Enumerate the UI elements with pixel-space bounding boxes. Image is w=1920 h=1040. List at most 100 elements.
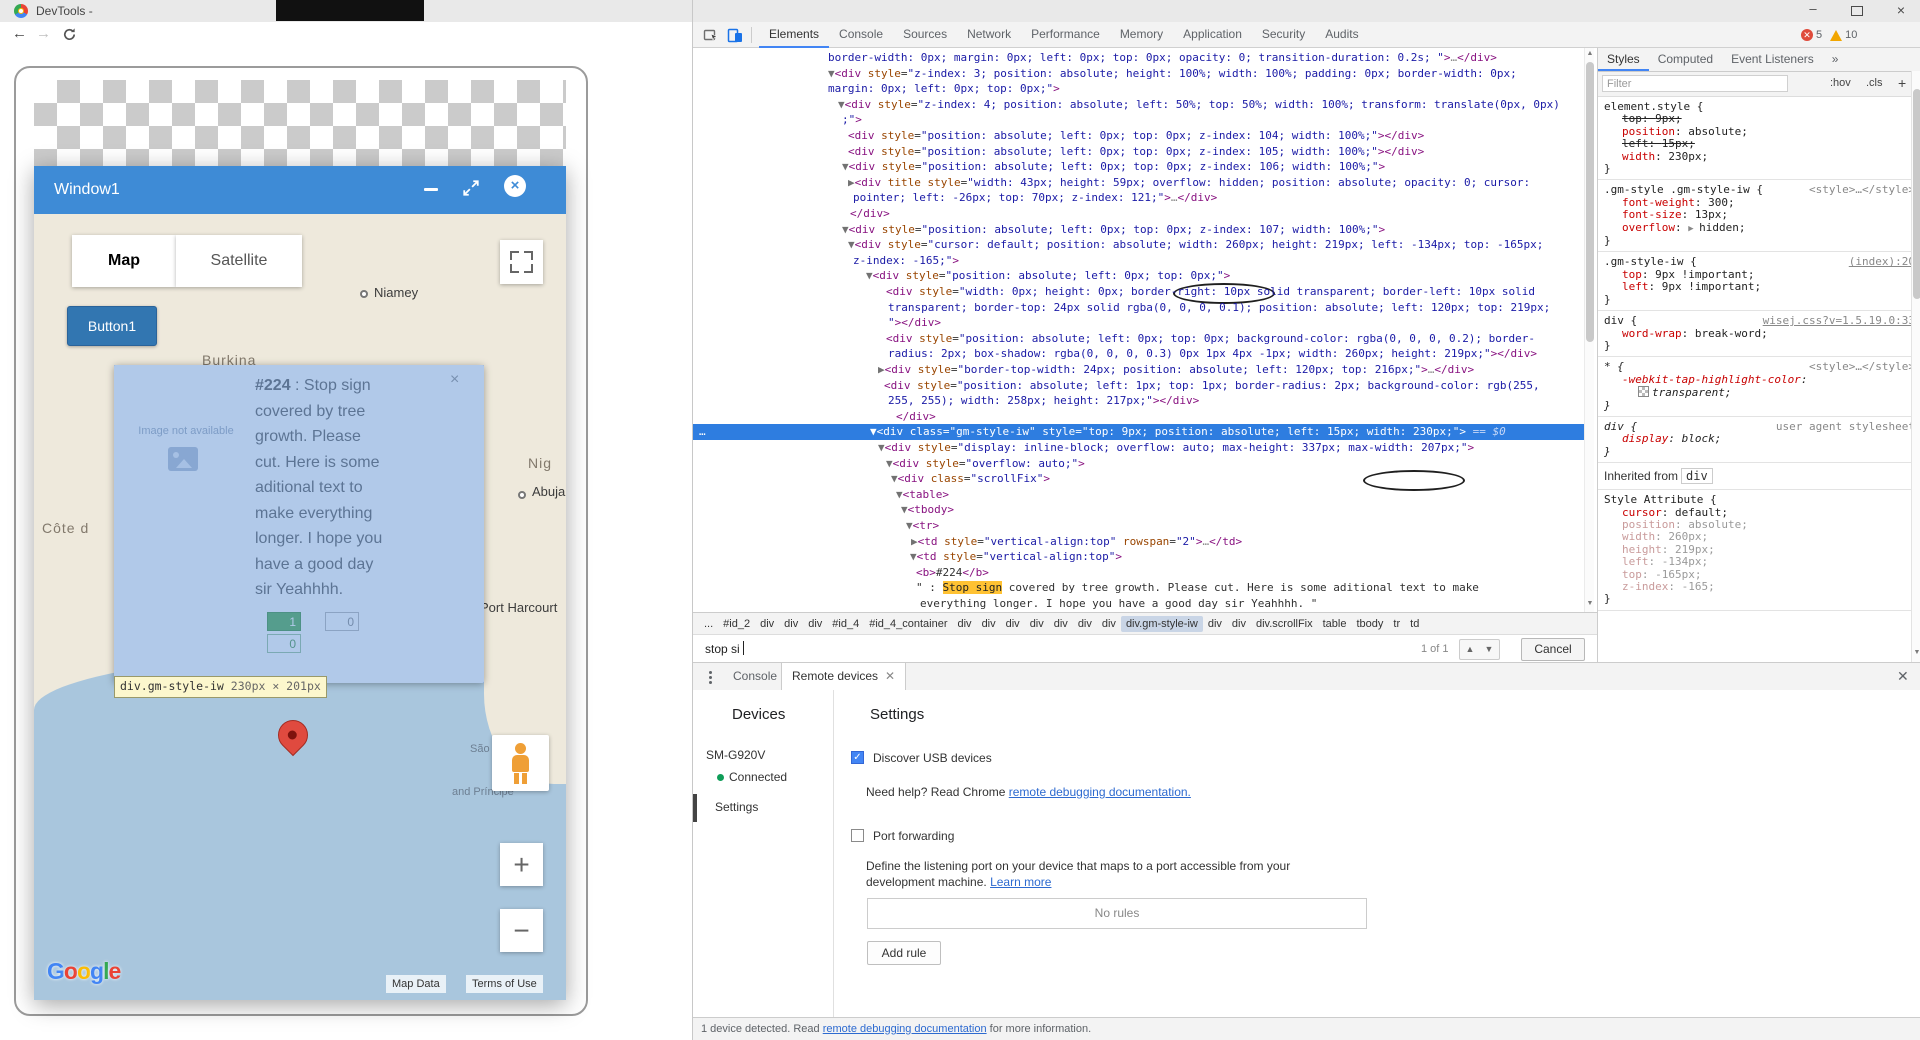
- breadcrumb-item[interactable]: div: [953, 616, 977, 632]
- search-previous-icon[interactable]: ▲: [1459, 639, 1481, 660]
- zoom-out-button[interactable]: −: [500, 909, 543, 952]
- breadcrumb-item[interactable]: div: [1227, 616, 1251, 632]
- inspect-element-icon[interactable]: [703, 27, 719, 43]
- dom-tree-node[interactable]: z-index: -165;">: [693, 253, 1584, 269]
- devtools-tab-application[interactable]: Application: [1173, 22, 1252, 48]
- breadcrumb-item[interactable]: ...: [699, 616, 718, 632]
- breadcrumb-item[interactable]: td: [1405, 616, 1424, 632]
- breadcrumb-item[interactable]: div.scrollFix: [1251, 616, 1318, 632]
- style-rule[interactable]: wisej.css?v=1.5.19.0:33div {word-wrap: b…: [1598, 311, 1920, 357]
- counter-green[interactable]: 1: [267, 612, 301, 631]
- dom-tree-node[interactable]: <div style="position: absolute; left: 0p…: [693, 128, 1584, 144]
- dom-tree-node[interactable]: ▼<table>: [693, 487, 1584, 503]
- elements-scrollbar[interactable]: ▲ ▼: [1584, 48, 1594, 612]
- console-badges[interactable]: ✕ 5 10: [1801, 22, 1857, 48]
- dom-tree-node[interactable]: …▼<div class="gm-style-iw" style="top: 9…: [693, 424, 1584, 440]
- cls-toggle[interactable]: .cls: [1866, 77, 1883, 89]
- dom-tree-node[interactable]: ▼<div style="z-index: 3; position: absol…: [693, 66, 1584, 82]
- dom-tree-node[interactable]: pointer; left: -26px; top: 70px; z-index…: [693, 190, 1584, 206]
- new-style-rule-icon[interactable]: +: [1898, 75, 1906, 91]
- dom-tree-node[interactable]: <div style="width: 0px; height: 0px; bor…: [693, 284, 1584, 300]
- breadcrumb-item[interactable]: table: [1318, 616, 1352, 632]
- dom-tree-node[interactable]: ▶<td style="vertical-align:top" rowspan=…: [693, 534, 1584, 550]
- map-type-map-button[interactable]: Map: [72, 235, 176, 287]
- style-rule[interactable]: Style Attribute {cursor: default;positio…: [1598, 490, 1920, 611]
- devtools-tab-sources[interactable]: Sources: [893, 22, 957, 48]
- breadcrumb-item[interactable]: #id_2: [718, 616, 755, 632]
- sidebar-item-settings[interactable]: Settings: [715, 800, 758, 814]
- add-rule-button[interactable]: Add rule: [867, 941, 941, 965]
- devtools-tab-memory[interactable]: Memory: [1110, 22, 1173, 48]
- breadcrumb-item[interactable]: div: [1203, 616, 1227, 632]
- styles-tab-event-listeners[interactable]: Event Listeners: [1722, 48, 1823, 71]
- fullscreen-button[interactable]: [500, 240, 543, 284]
- counter-white-2[interactable]: 0: [325, 612, 359, 631]
- breadcrumb-item[interactable]: #id_4: [827, 616, 864, 632]
- breadcrumb-item[interactable]: #id_4_container: [864, 616, 952, 632]
- zoom-in-button[interactable]: +: [500, 843, 543, 886]
- styles-tab-computed[interactable]: Computed: [1649, 48, 1722, 71]
- stylesheet-link[interactable]: (index):20: [1849, 256, 1915, 268]
- window1-titlebar[interactable]: Window1 ×: [34, 166, 566, 214]
- dom-tree-node[interactable]: margin: 0px; left: 0px; top: 0px;">: [693, 81, 1584, 97]
- pegman-control[interactable]: [492, 735, 549, 791]
- dom-tree-node[interactable]: ▼<div style="overflow: auto;">: [693, 456, 1584, 472]
- dom-tree-node[interactable]: <div style="position: absolute; left: 0p…: [693, 144, 1584, 160]
- hov-toggle[interactable]: :hov: [1830, 77, 1851, 89]
- css-property[interactable]: word-wrap: break-word;: [1604, 328, 1915, 340]
- devtools-tab-console[interactable]: Console: [829, 22, 893, 48]
- breadcrumb-item[interactable]: div: [1001, 616, 1025, 632]
- stylesheet-link[interactable]: <style>…</style>: [1809, 184, 1915, 196]
- style-rule[interactable]: <style>…</style>* {-webkit-tap-highlight…: [1598, 357, 1920, 417]
- breadcrumb-item[interactable]: div.gm-style-iw: [1121, 616, 1203, 632]
- dom-tree-node[interactable]: ▼<div style="cursor: default; position: …: [693, 237, 1584, 253]
- breadcrumb-item[interactable]: div: [803, 616, 827, 632]
- dom-tree-node[interactable]: everything longer. I hope you have a goo…: [693, 596, 1584, 612]
- dom-tree-node[interactable]: ▼<td style="vertical-align:top">: [693, 549, 1584, 565]
- close-button[interactable]: ×: [1881, 0, 1920, 22]
- dom-tree-node[interactable]: border-width: 0px; margin: 0px; left: 0p…: [693, 50, 1584, 66]
- breadcrumb-item[interactable]: div: [1049, 616, 1073, 632]
- dom-tree-node[interactable]: ▼<div style="position: absolute; left: 0…: [693, 268, 1584, 284]
- dom-tree-node[interactable]: ▼<div style="z-index: 4; position: absol…: [693, 97, 1584, 113]
- drawer-close-icon[interactable]: ✕: [1897, 668, 1909, 685]
- dom-tree-node[interactable]: </div>: [693, 409, 1584, 425]
- devtools-tab-network[interactable]: Network: [957, 22, 1021, 48]
- map-type-satellite-button[interactable]: Satellite: [176, 235, 302, 287]
- dom-tree-node[interactable]: ▼<div class="scrollFix">: [693, 471, 1584, 487]
- devtools-tab-security[interactable]: Security: [1252, 22, 1315, 48]
- style-rule[interactable]: (index):20.gm-style-iw {top: 9px !import…: [1598, 252, 1920, 311]
- search-input[interactable]: stop si: [705, 641, 742, 656]
- dom-tree-node[interactable]: transparent; border-top: 24px solid rgba…: [693, 300, 1584, 316]
- css-property[interactable]: display: block;: [1604, 433, 1915, 445]
- dom-tree-node[interactable]: ;">: [693, 112, 1584, 128]
- discover-usb-checkbox[interactable]: ✓: [851, 751, 864, 764]
- remote-debugging-doc-link[interactable]: remote debugging documentation.: [1009, 785, 1191, 799]
- dom-tree-node[interactable]: " : Stop sign covered by tree growth. Pl…: [693, 580, 1584, 596]
- breadcrumb-item[interactable]: tr: [1388, 616, 1405, 632]
- dom-tree-node[interactable]: ▼<div style="position: absolute; left: 0…: [693, 159, 1584, 175]
- window1-maximize-icon[interactable]: [462, 179, 480, 197]
- css-property[interactable]: overflow: ▶ hidden;: [1604, 222, 1915, 235]
- browser-tab[interactable]: [276, 0, 424, 21]
- dom-tree-node[interactable]: "></div>: [693, 315, 1584, 331]
- button1[interactable]: Button1: [67, 306, 157, 346]
- styles-tab-styles[interactable]: Styles: [1598, 48, 1649, 71]
- style-rule[interactable]: element.style {top: 9px;position: absolu…: [1598, 97, 1920, 180]
- dom-tree-node[interactable]: ▼<div style="position: absolute; left: 0…: [693, 222, 1584, 238]
- dom-tree-node[interactable]: ▼<tbody>: [693, 502, 1584, 518]
- dom-tree-node[interactable]: 255, 255); width: 258px; height: 217px;"…: [693, 393, 1584, 409]
- window1-minimize-icon[interactable]: [424, 188, 438, 191]
- port-forwarding-checkbox[interactable]: [851, 829, 864, 842]
- map-data-link[interactable]: Map Data: [386, 975, 446, 993]
- stylesheet-link[interactable]: wisej.css?v=1.5.19.0:33: [1763, 315, 1915, 327]
- learn-more-link[interactable]: Learn more: [990, 875, 1051, 889]
- dom-tree-node[interactable]: <div style="position: absolute; left: 0p…: [693, 331, 1584, 347]
- breadcrumb-item[interactable]: div: [755, 616, 779, 632]
- dom-tree-node[interactable]: <div style="position: absolute; left: 1p…: [693, 378, 1584, 394]
- stylesheet-link[interactable]: <style>…</style>: [1809, 361, 1915, 373]
- style-rule[interactable]: <style>…</style>.gm-style .gm-style-iw {…: [1598, 180, 1920, 252]
- dom-tree-node[interactable]: ▼<tr>: [693, 518, 1584, 534]
- device-name[interactable]: SM-G920V: [706, 748, 765, 762]
- maximize-button[interactable]: [1837, 0, 1877, 22]
